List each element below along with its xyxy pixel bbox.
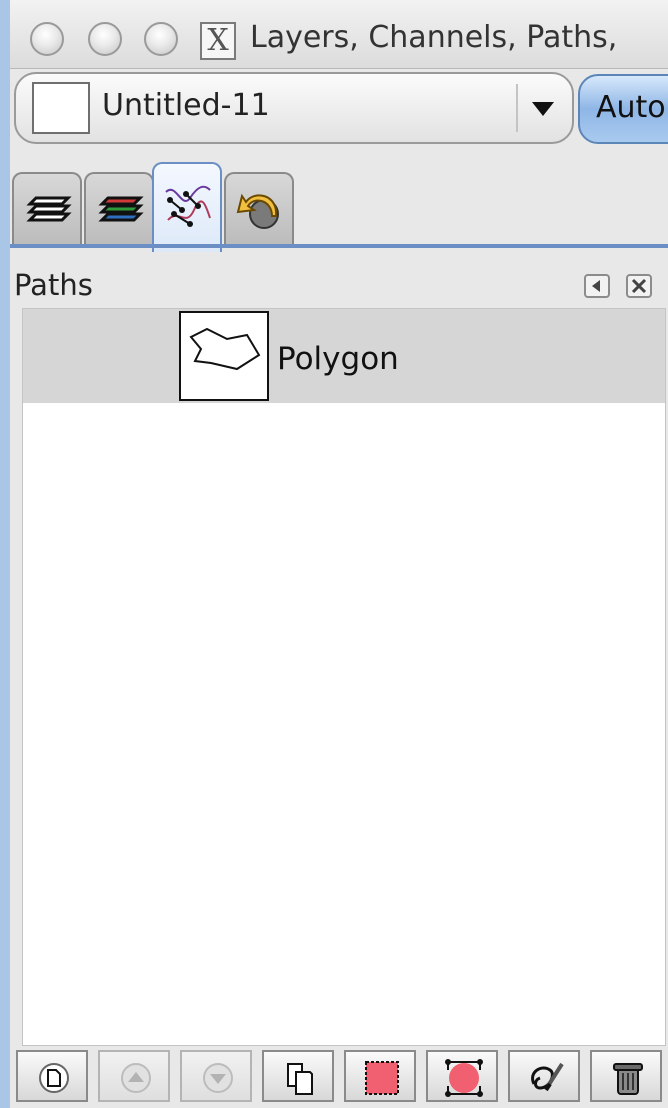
- close-icon: [631, 278, 647, 294]
- chevron-down-icon[interactable]: [532, 102, 554, 116]
- image-menu-dropdown[interactable]: Untitled-11: [14, 72, 574, 144]
- new-path-button[interactable]: [16, 1050, 88, 1102]
- list-item[interactable]: Polygon: [23, 309, 665, 403]
- lower-path-icon: [203, 1063, 233, 1093]
- selection-to-path-button[interactable]: [426, 1050, 498, 1102]
- raise-path-button[interactable]: [98, 1050, 170, 1102]
- title-bar[interactable]: X Layers, Channels, Paths,: [10, 0, 668, 69]
- delete-path-button[interactable]: [590, 1050, 662, 1102]
- panel-menu-button[interactable]: [584, 274, 610, 298]
- tab-undo-history[interactable]: [224, 172, 294, 244]
- path-thumbnail: [179, 311, 269, 401]
- stroke-path-icon: [531, 1062, 564, 1092]
- panel-title: Paths: [14, 268, 93, 302]
- layers-icon: [26, 196, 72, 222]
- panel-header: Paths: [10, 252, 668, 308]
- duplicate-path-icon: [287, 1063, 313, 1095]
- close-window-button[interactable]: [30, 22, 64, 56]
- tab-layers[interactable]: [12, 172, 82, 244]
- tab-underline: [10, 244, 668, 248]
- lower-path-button[interactable]: [180, 1050, 252, 1102]
- channels-icon: [98, 196, 144, 222]
- duplicate-path-button[interactable]: [262, 1050, 334, 1102]
- panel-close-button[interactable]: [626, 274, 652, 298]
- image-name: Untitled-11: [102, 88, 270, 123]
- dropdown-separator: [516, 84, 518, 132]
- stroke-path-button[interactable]: [508, 1050, 580, 1102]
- paths-dialog-window: X Layers, Channels, Paths, Untitled-11 A…: [10, 0, 668, 1108]
- polygon-outline-thumbnail: [189, 327, 261, 371]
- auto-button[interactable]: Auto: [578, 74, 668, 144]
- new-path-icon: [39, 1063, 69, 1093]
- window-title: Layers, Channels, Paths,: [250, 20, 618, 55]
- tab-channels[interactable]: [84, 172, 154, 244]
- paths-icon: [165, 185, 211, 227]
- path-to-selection-icon: [365, 1061, 399, 1095]
- tab-paths[interactable]: [152, 162, 222, 252]
- x11-icon: X: [200, 22, 236, 60]
- image-thumbnail: [32, 82, 90, 134]
- minimize-window-button[interactable]: [88, 22, 122, 56]
- paths-button-bar: [10, 1046, 668, 1108]
- path-name[interactable]: Polygon: [277, 341, 399, 377]
- path-to-selection-button[interactable]: [344, 1050, 416, 1102]
- selection-to-path-icon: [445, 1059, 483, 1097]
- zoom-window-button[interactable]: [144, 22, 178, 56]
- undo-history-icon: [236, 193, 279, 229]
- raise-path-icon: [121, 1063, 151, 1093]
- delete-path-icon: [613, 1063, 643, 1095]
- arrow-left-icon: [592, 280, 600, 292]
- paths-list[interactable]: Polygon: [22, 308, 666, 1046]
- dock-tabs: [10, 154, 668, 252]
